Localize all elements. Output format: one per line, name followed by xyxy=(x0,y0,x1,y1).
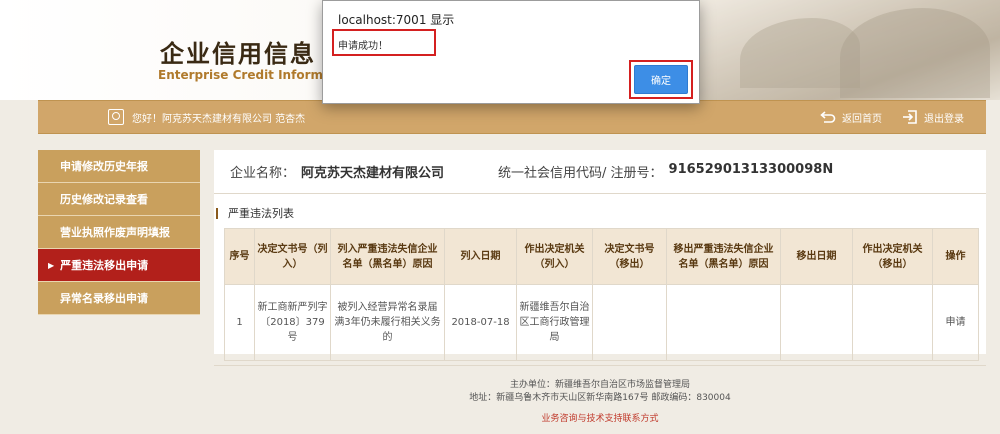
apply-link[interactable]: 申请 xyxy=(932,284,979,361)
site-footer: 主办单位：新疆维吾尔自治区市场监督管理局 地址：新疆乌鲁木齐市天山区新华南路16… xyxy=(214,379,986,426)
home-link-label: 返回首页 xyxy=(842,113,882,125)
dialog-host-title: localhost:7001 显示 xyxy=(338,13,455,27)
violation-table: 序号 决定文书号（列入） 列入严重违法失信企业名单（黑名单）原因 列入日期 作出… xyxy=(224,228,979,361)
col-header-doc-in: 决定文书号（列入） xyxy=(254,228,331,285)
return-arrow-icon xyxy=(820,111,836,123)
cell-doc-out xyxy=(592,284,667,361)
top-nav-bar: 您好！阿克苏天杰建材有限公司 范杏杰 返回首页 退出登录 xyxy=(38,100,986,134)
company-name-value: 阿克苏天杰建材有限公司 xyxy=(301,166,445,181)
section-marker xyxy=(216,207,218,219)
sidebar-menu: 申请修改历史年报 历史修改记录查看 营业执照作废声明填报 ▶ 严重违法移出申请 … xyxy=(38,150,200,315)
sidebar-item-edit-history[interactable]: 历史修改记录查看 xyxy=(38,183,200,216)
credit-code-label: 统一社会信用代码/ 注册号： xyxy=(498,166,663,181)
col-header-reason-out: 移出严重违法失信企业名单（黑名单）原因 xyxy=(666,228,781,285)
ok-button[interactable]: 确定 xyxy=(634,65,688,94)
company-info: 企业名称： 阿克苏天杰建材有限公司 统一社会信用代码/ 注册号： 9165290… xyxy=(230,162,833,181)
cell-org-in: 新疆维吾尔自治区工商行政管理局 xyxy=(516,284,593,361)
cell-date-in: 2018-07-18 xyxy=(444,284,517,361)
cell-reason-out xyxy=(666,284,781,361)
col-header-doc-out: 决定文书号（移出） xyxy=(592,228,667,285)
footer-sponsor: 主办单位：新疆维吾尔自治区市场监督管理局 xyxy=(509,380,690,390)
sidebar-item-label: 历史修改记录查看 xyxy=(60,193,148,206)
cell-doc-in: 新工商新严列字〔2018〕379号 xyxy=(254,284,331,361)
sidebar-item-license-void[interactable]: 营业执照作废声明填报 xyxy=(38,216,200,249)
logout-link[interactable]: 退出登录 xyxy=(902,109,964,125)
cell-reason-in: 被列入经营异常名录届满3年仍未履行相关义务的 xyxy=(330,284,445,361)
cell-date-out xyxy=(780,284,853,361)
section-title-text: 严重违法列表 xyxy=(228,207,294,220)
company-name-label: 企业名称： xyxy=(230,166,296,181)
sidebar-item-label: 异常名录移出申请 xyxy=(60,292,148,305)
alert-dialog: localhost:7001 显示 申请成功！ 确定 xyxy=(322,0,700,104)
user-card-icon xyxy=(108,109,124,125)
sidebar-item-label: 营业执照作废声明填报 xyxy=(60,226,170,239)
sidebar-item-abnormal-list-removal[interactable]: 异常名录移出申请 xyxy=(38,282,200,315)
header-landscape-art xyxy=(700,0,1000,100)
main-panel: 企业名称： 阿克苏天杰建材有限公司 统一社会信用代码/ 注册号： 9165290… xyxy=(214,150,986,361)
cell-org-out xyxy=(852,284,933,361)
caret-right-icon: ▶ xyxy=(48,260,55,270)
col-header-org-out: 作出决定机关（移出） xyxy=(852,228,933,285)
user-greeting: 您好！阿克苏天杰建材有限公司 范杏杰 xyxy=(108,109,305,125)
footer-divider xyxy=(214,365,986,366)
sidebar-item-annual-report-edit[interactable]: 申请修改历史年报 xyxy=(38,150,200,183)
sidebar-item-serious-violation-removal[interactable]: ▶ 严重违法移出申请 xyxy=(38,249,200,282)
col-header-org-in: 作出决定机关（列入） xyxy=(516,228,593,285)
greeting-text: 您好！阿克苏天杰建材有限公司 范杏杰 xyxy=(132,113,306,125)
footer-contact-link[interactable]: 业务咨询与技术支持联系方式 xyxy=(214,413,986,426)
col-header-date-out: 移出日期 xyxy=(780,228,853,285)
sidebar-item-label: 严重违法移出申请 xyxy=(60,259,149,272)
home-link[interactable]: 返回首页 xyxy=(820,109,882,125)
col-header-index: 序号 xyxy=(224,228,255,285)
logout-link-label: 退出登录 xyxy=(924,113,964,125)
col-header-date-in: 列入日期 xyxy=(444,228,517,285)
dialog-message: 申请成功！ xyxy=(338,41,388,52)
footer-address: 地址：新疆乌鲁木齐市天山区新华南路167号 邮政编码：830004 xyxy=(469,393,731,403)
table-header-row: 序号 决定文书号（列入） 列入严重违法失信企业名单（黑名单）原因 列入日期 作出… xyxy=(224,228,979,285)
credit-code-value: 91652901313300098N xyxy=(668,162,834,177)
table-row: 1 新工商新严列字〔2018〕379号 被列入经营异常名录届满3年仍未履行相关义… xyxy=(224,284,979,361)
col-header-reason-in: 列入严重违法失信企业名单（黑名单）原因 xyxy=(330,228,445,285)
col-header-action: 操作 xyxy=(932,228,979,285)
logout-icon xyxy=(903,110,917,124)
site-logo-title: 企业信用信息 xyxy=(160,39,316,68)
divider xyxy=(214,193,986,194)
cell-index: 1 xyxy=(224,284,255,361)
section-title: 严重违法列表 xyxy=(216,205,294,221)
sidebar-item-label: 申请修改历史年报 xyxy=(60,160,148,173)
